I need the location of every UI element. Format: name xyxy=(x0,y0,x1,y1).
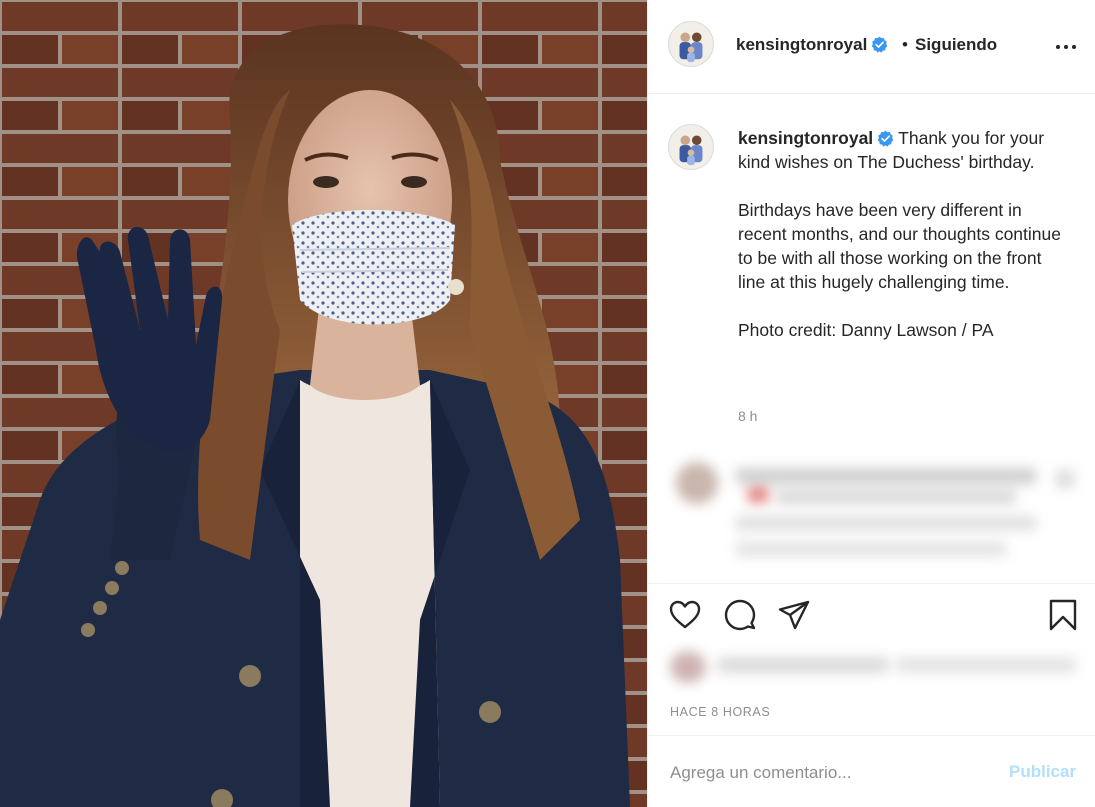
caption-username[interactable]: kensingtonroyal xyxy=(738,128,873,148)
paper-plane-icon[interactable] xyxy=(777,598,811,632)
header-username[interactable]: kensingtonroyal xyxy=(736,35,888,55)
comment-bubble-icon[interactable] xyxy=(723,598,757,632)
post-sidebar: kensingtonroyal • Siguiendo kensingtonro… xyxy=(647,0,1095,807)
caption-section: kensingtonroyal Thank you for your kind w… xyxy=(648,95,1095,440)
post-photo[interactable] xyxy=(0,0,647,807)
blurred-likes xyxy=(648,641,1095,693)
username-text[interactable]: kensingtonroyal xyxy=(736,35,867,54)
bookmark-icon[interactable] xyxy=(1046,598,1080,632)
caption-paragraph2: Birthdays have been very different in re… xyxy=(738,200,1061,292)
caption-time: 8 h xyxy=(738,408,758,424)
comment-input[interactable] xyxy=(670,760,990,786)
avatar[interactable] xyxy=(668,21,714,67)
verified-badge-icon xyxy=(871,36,888,53)
verified-badge-icon xyxy=(877,130,894,147)
caption-avatar[interactable] xyxy=(668,124,714,170)
blurred-comments xyxy=(648,450,1095,582)
publish-button[interactable]: Publicar xyxy=(1009,762,1076,782)
post-actions xyxy=(648,583,1095,641)
more-options-icon[interactable] xyxy=(1055,36,1081,56)
post-header: kensingtonroyal • Siguiendo xyxy=(648,0,1095,94)
follow-status-button[interactable]: Siguiendo xyxy=(915,35,997,55)
post-time-ago[interactable]: HACE 8 HORAS xyxy=(670,705,770,719)
header-separator: • xyxy=(902,35,908,54)
caption-photo-credit: Photo credit: Danny Lawson / PA xyxy=(738,320,994,340)
caption-text: kensingtonroyal Thank you for your kind w… xyxy=(738,126,1068,342)
comment-bar: Publicar xyxy=(648,735,1095,807)
heart-icon[interactable] xyxy=(668,598,702,632)
